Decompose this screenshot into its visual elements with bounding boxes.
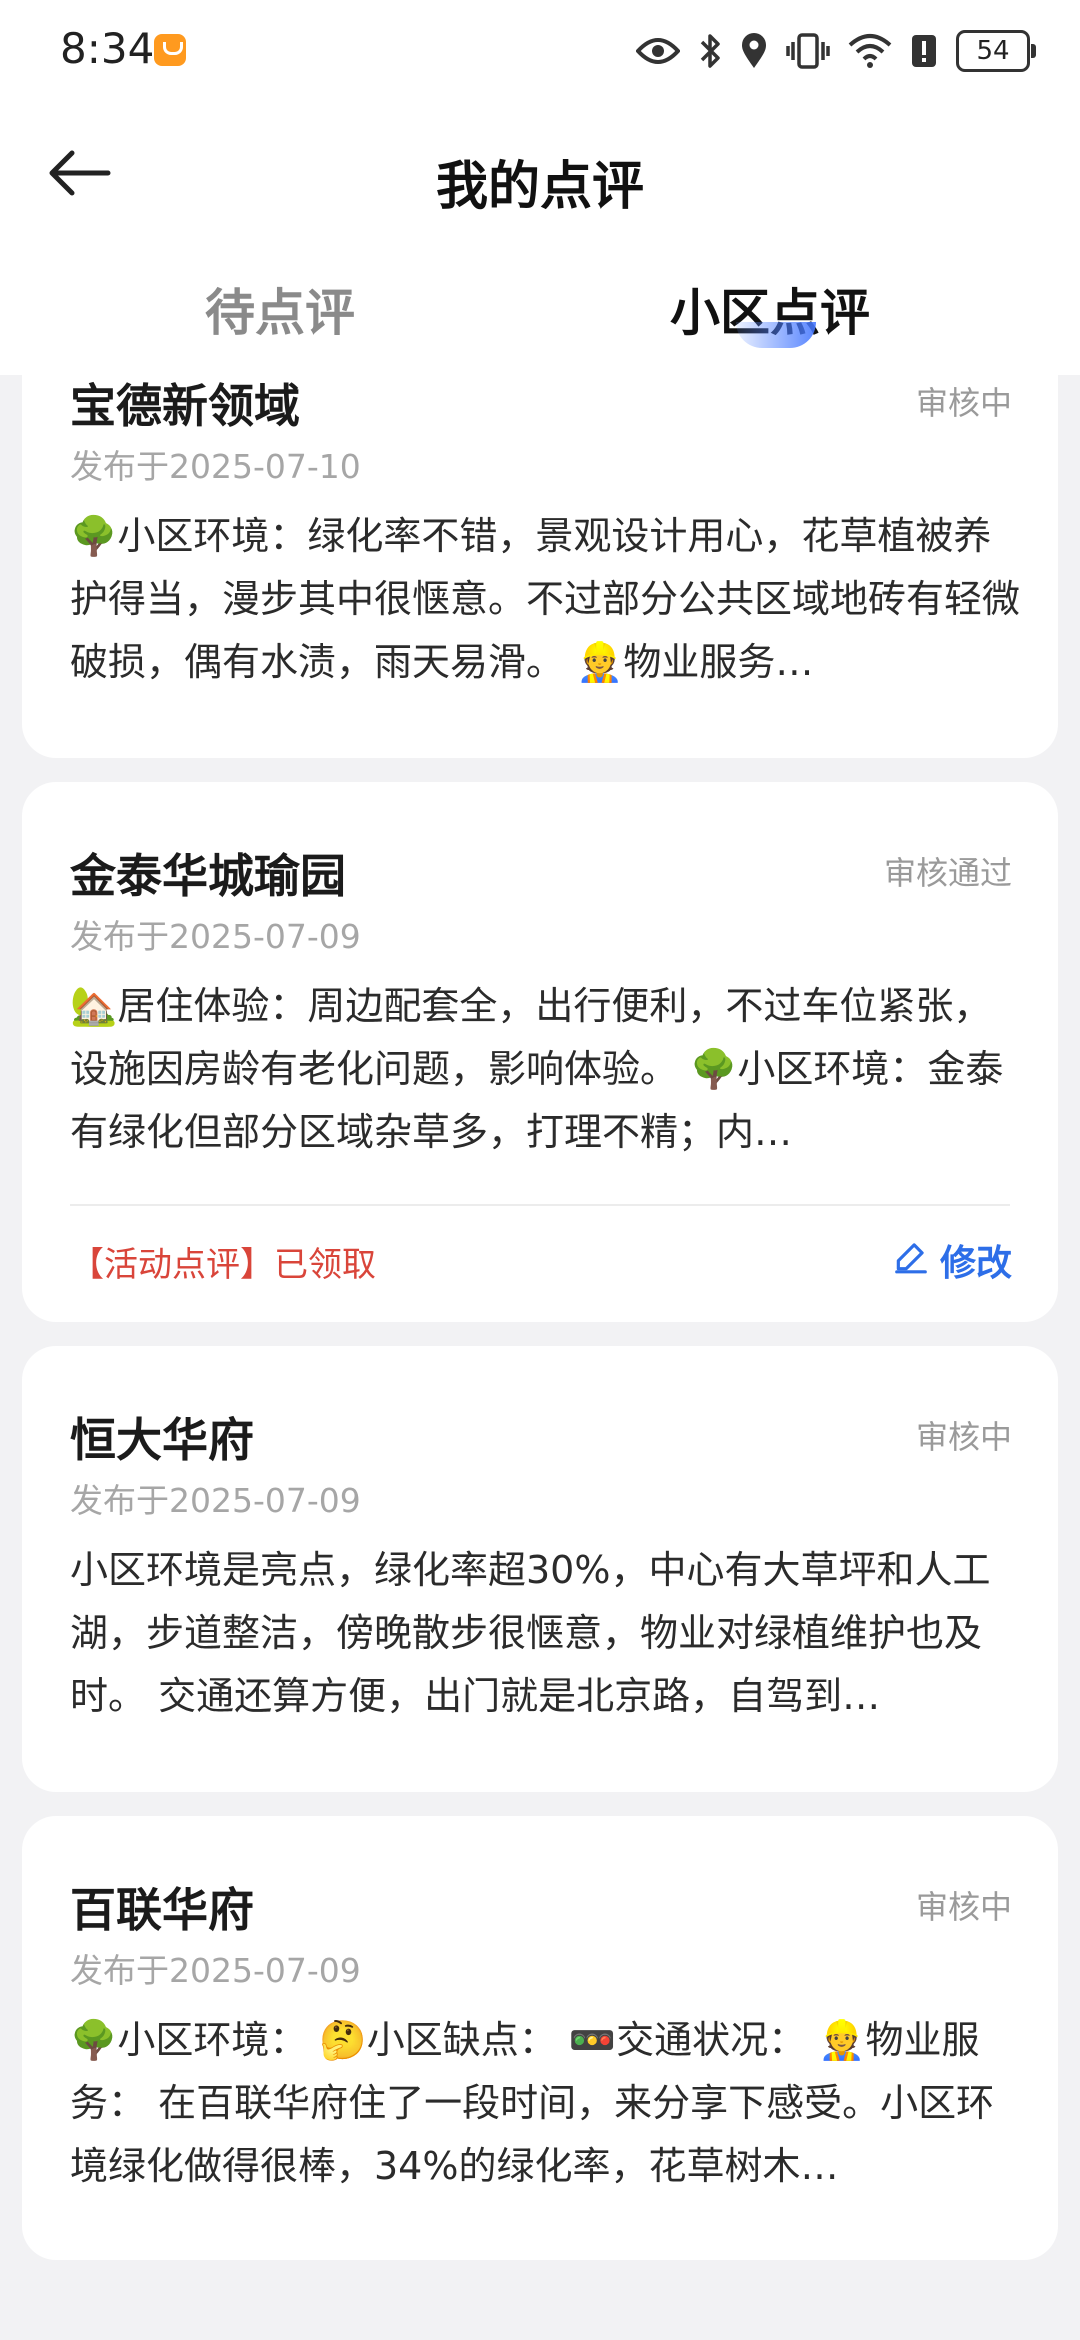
review-text: 🏡居住体验：周边配套全，出行便利，不过车位紧张，设施因房龄有老化问题，影响体验。… [70, 984, 1004, 1154]
status-time: 8:34 [60, 24, 155, 73]
community-name: 百联华府 [70, 1883, 254, 1937]
publish-date: 发布于2025-07-10 [70, 447, 361, 486]
community-name: 宝德新领域 [70, 379, 300, 433]
publish-date: 发布于2025-07-09 [70, 917, 361, 956]
eye-icon [636, 35, 680, 67]
review-text: 🌳小区环境：绿化率不错，景观设计用心，花草植被养护得当，漫步其中很惬意。不过部分… [70, 514, 1020, 684]
edit-button[interactable]: 修改 [892, 1234, 1012, 1286]
page: 宝德新领域 审核中 发布于2025-07-10 🌳小区环境：绿化率不错，景观设计… [0, 0, 1080, 2340]
divider [70, 1204, 1010, 1206]
publish-date: 发布于2025-07-09 [70, 1481, 361, 1520]
review-status: 审核中 [915, 1888, 1012, 1926]
bluetooth-icon [698, 32, 722, 70]
wifi-icon [848, 33, 892, 69]
top-bar: 8:34 54 我的点评 待点评 小区点评 [0, 0, 1080, 375]
alert-icon [910, 32, 938, 70]
app-badge-icon [154, 34, 186, 66]
activity-review-tag: 【活动点评】已领取 [70, 1245, 376, 1285]
community-name: 恒大华府 [70, 1413, 254, 1467]
review-status: 审核通过 [883, 854, 1012, 892]
tab-pending-review[interactable]: 待点评 [70, 273, 490, 345]
status-icons: 54 [636, 26, 1036, 76]
page-title: 我的点评 [435, 157, 644, 217]
pencil-icon [892, 1237, 930, 1284]
edit-label: 修改 [939, 1243, 1012, 1284]
review-status: 审核中 [915, 1418, 1012, 1456]
review-text: 小区环境是亮点，绿化率超30%，中心有大草坪和人工湖，步道整洁，傍晚散步很惬意，… [70, 1548, 991, 1718]
battery-icon: 54 [956, 30, 1036, 72]
review-text: 🌳小区环境： 🤔小区缺点： 🚥交通状况： 👷物业服务： 在百联华府住了一段时间，… [70, 2018, 995, 2188]
community-name: 金泰华城瑜园 [70, 849, 346, 903]
vibrate-icon [786, 32, 830, 70]
review-status: 审核中 [915, 384, 1012, 422]
header: 我的点评 [0, 120, 1080, 230]
review-card[interactable]: 金泰华城瑜园 审核通过 发布于2025-07-09 🏡居住体验：周边配套全，出行… [22, 782, 1058, 1322]
location-icon [740, 32, 768, 70]
status-bar: 8:34 54 [0, 0, 1080, 100]
review-card[interactable]: 恒大华府 审核中 发布于2025-07-09 小区环境是亮点，绿化率超30%，中… [22, 1346, 1058, 1792]
publish-date: 发布于2025-07-09 [70, 1951, 361, 1990]
tab-bar: 待点评 小区点评 [0, 255, 1080, 365]
review-card[interactable]: 百联华府 审核中 发布于2025-07-09 🌳小区环境： 🤔小区缺点： 🚥交通… [22, 1816, 1058, 2260]
